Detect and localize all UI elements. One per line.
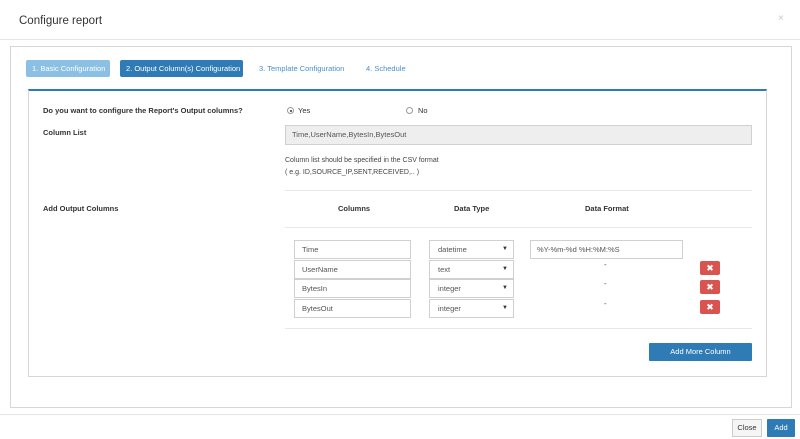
radio-yes[interactable]: [287, 107, 294, 114]
data-type-select[interactable]: text ▼: [429, 260, 514, 279]
add-more-column-button[interactable]: Add More Column: [649, 343, 752, 361]
add-button[interactable]: Add: [767, 419, 795, 437]
data-type-select[interactable]: integer ▼: [429, 279, 514, 298]
column-name-input[interactable]: Time: [294, 240, 411, 259]
data-format-input[interactable]: %Y-%m-%d %H:%M:%S: [530, 240, 683, 259]
delete-row-button[interactable]: ✖: [700, 261, 720, 275]
header-data-format: Data Format: [585, 204, 629, 213]
close-button[interactable]: Close: [732, 419, 762, 437]
step-schedule[interactable]: 4. Schedule: [360, 60, 412, 77]
data-type-value: text: [438, 265, 451, 274]
header-columns: Columns: [338, 204, 371, 213]
data-type-value: integer: [438, 304, 461, 313]
caret-down-icon: ▼: [502, 246, 508, 252]
caret-down-icon: ▼: [502, 285, 508, 291]
step-output-columns-configuration[interactable]: 2. Output Column(s) Configuration: [120, 60, 243, 77]
column-name-input[interactable]: BytesOut: [294, 299, 411, 318]
radio-no[interactable]: [406, 107, 413, 114]
header-divider: [0, 39, 800, 40]
step-template-configuration[interactable]: 3. Template Configuration: [253, 60, 350, 77]
column-list-label: Column List: [43, 128, 87, 137]
column-name-input[interactable]: BytesIn: [294, 279, 411, 298]
header-data-type: Data Type: [454, 204, 490, 213]
delete-row-button[interactable]: ✖: [700, 300, 720, 314]
divider: [285, 227, 752, 228]
radio-yes-label: Yes: [298, 106, 311, 115]
column-list-help-text: Column list should be specified in the C…: [285, 157, 439, 164]
caret-down-icon: ▼: [502, 266, 508, 272]
radio-no-label: No: [418, 106, 428, 115]
modal-title: Configure report: [19, 15, 103, 27]
divider: [285, 328, 752, 329]
divider: [285, 190, 752, 191]
data-format-placeholder: -: [604, 260, 607, 269]
data-type-select[interactable]: datetime ▼: [429, 240, 514, 259]
data-type-select[interactable]: integer ▼: [429, 299, 514, 318]
column-name-input[interactable]: UserName: [294, 260, 411, 279]
close-icon[interactable]: ×: [778, 14, 784, 24]
step-basic-configuration[interactable]: 1. Basic Configuration: [26, 60, 110, 77]
configure-output-question: Do you want to configure the Report's Ou…: [43, 106, 243, 115]
data-format-placeholder: -: [604, 279, 607, 288]
footer-divider: [0, 414, 800, 415]
data-type-value: integer: [438, 284, 461, 293]
data-format-placeholder: -: [604, 299, 607, 308]
caret-down-icon: ▼: [502, 305, 508, 311]
data-type-value: datetime: [438, 245, 467, 254]
column-list-input[interactable]: Time,UserName,BytesIn,BytesOut: [285, 125, 752, 145]
delete-row-button[interactable]: ✖: [700, 280, 720, 294]
column-list-help-example: ( e.g. ID,SOURCE_IP,SENT,RECEIVED,.. ): [285, 169, 420, 176]
add-output-columns-label: Add Output Columns: [43, 204, 119, 213]
